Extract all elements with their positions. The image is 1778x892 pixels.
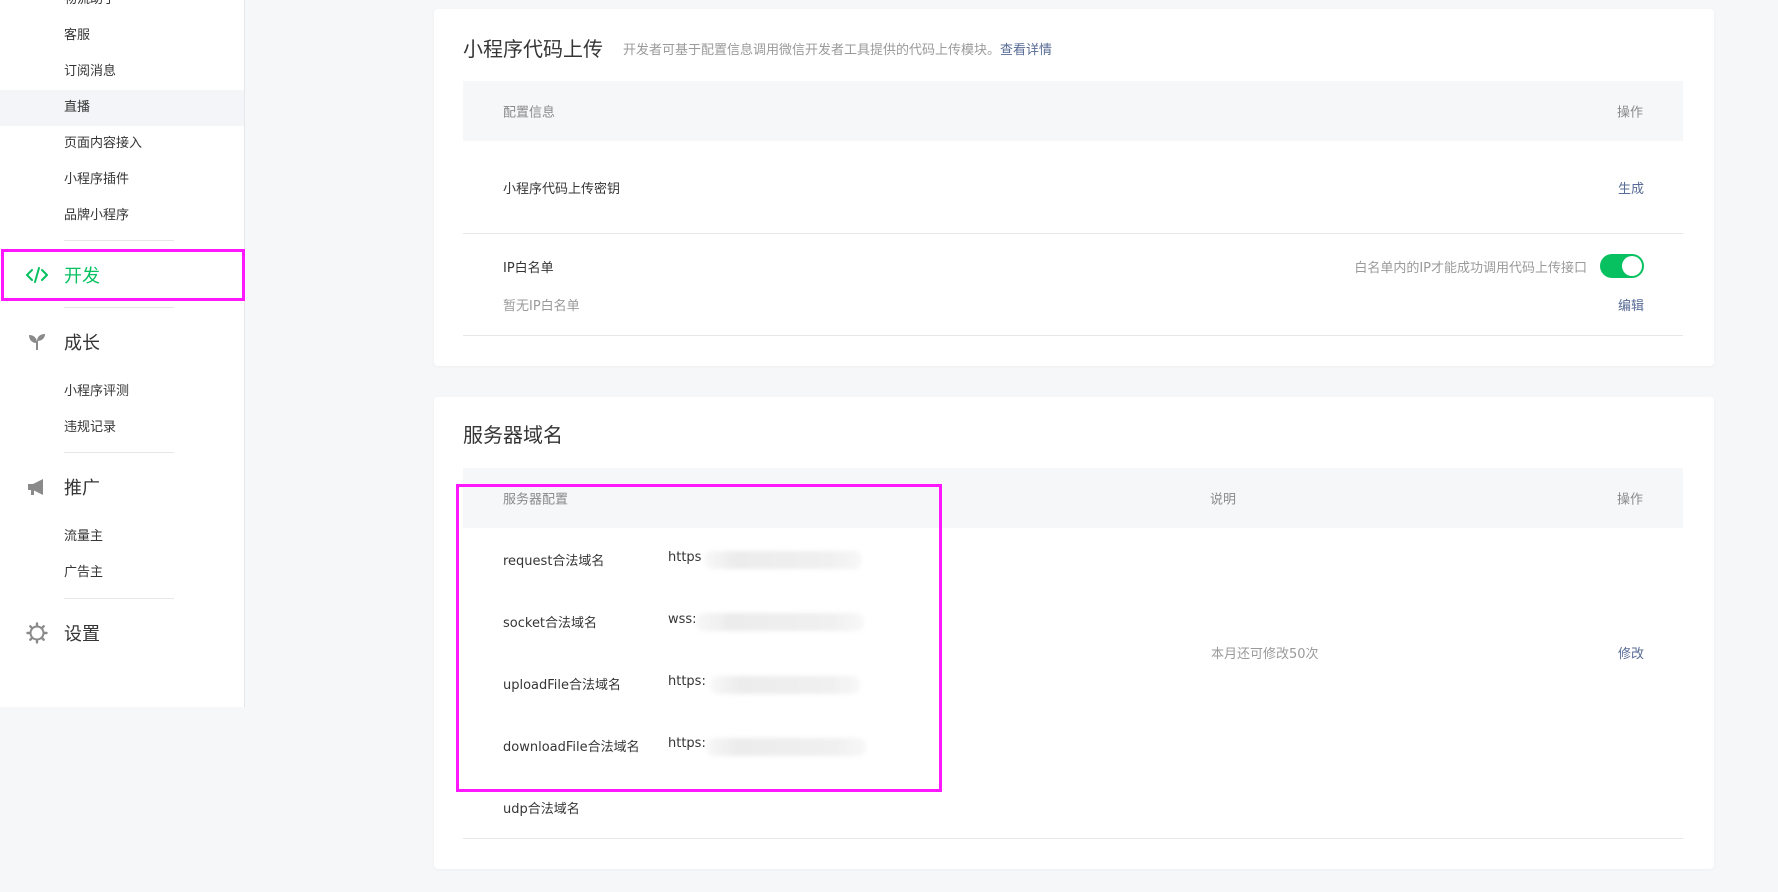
row-divider — [463, 233, 1683, 234]
domain-label: uploadFile合法域名 — [503, 678, 622, 693]
sidebar-item-traffic-owner[interactable]: 流量主 — [0, 519, 244, 555]
edit-whitelist-button[interactable]: 编辑 — [1618, 295, 1644, 314]
ip-whitelist-hint: 白名单内的IP才能成功调用代码上传接口 — [1354, 261, 1587, 276]
sprout-icon — [25, 330, 49, 354]
redacted-domain — [706, 738, 866, 756]
toggle-knob — [1622, 256, 1642, 276]
redacted-domain — [704, 551, 862, 569]
domain-label: udp合法域名 — [503, 802, 580, 817]
col-description: 说明 — [1210, 492, 1237, 508]
col-action: 操作 — [1616, 105, 1643, 121]
code-icon — [25, 263, 49, 287]
ip-whitelist-label: IP白名单 — [503, 261, 554, 276]
sidebar-divider — [64, 452, 174, 453]
ip-whitelist-empty: 暂无IP白名单 — [503, 299, 580, 314]
card-title: 小程序代码上传 — [463, 37, 603, 61]
domain-label: request合法域名 — [503, 554, 605, 569]
domain-label: socket合法域名 — [503, 616, 598, 631]
modify-domains-button[interactable]: 修改 — [1618, 643, 1644, 662]
domain-value: https: — [668, 674, 706, 689]
col-server-config: 服务器配置 — [503, 492, 569, 508]
sidebar-item-plugins[interactable]: 小程序插件 — [0, 162, 244, 198]
server-domain-card: 服务器域名 服务器配置 说明 操作 request合法域名 https sock… — [434, 397, 1714, 869]
sidebar-item-live[interactable]: 直播 — [0, 90, 244, 126]
ip-whitelist-toggle[interactable] — [1600, 254, 1644, 278]
card-description: 开发者可基于配置信息调用微信开发者工具提供的代码上传模块。查看详情 — [623, 43, 1053, 58]
redacted-domain — [710, 676, 860, 694]
sidebar-divider — [64, 307, 174, 308]
sidebar-group-label: 成长 — [64, 333, 100, 354]
sidebar-item-evaluation[interactable]: 小程序评测 — [0, 374, 244, 410]
gear-icon — [25, 621, 49, 645]
sidebar-group-growth[interactable]: 成长 — [0, 319, 244, 365]
code-upload-card: 小程序代码上传 开发者可基于配置信息调用微信开发者工具提供的代码上传模块。查看详… — [434, 9, 1714, 366]
domain-label: downloadFile合法域名 — [503, 740, 640, 755]
row-divider — [463, 335, 1683, 336]
sidebar-divider — [64, 598, 174, 599]
sidebar-group-dev[interactable]: 开发 — [0, 252, 244, 298]
col-config-info: 配置信息 — [503, 105, 556, 121]
upload-key-label: 小程序代码上传密钥 — [503, 182, 621, 197]
sidebar-item-violations[interactable]: 违规记录 — [0, 410, 244, 446]
col-action: 操作 — [1616, 492, 1643, 508]
sidebar-item-customer-service[interactable]: 客服 — [0, 18, 244, 54]
table-header: 配置信息 操作 — [463, 81, 1683, 141]
table-header: 服务器配置 说明 操作 — [463, 468, 1683, 528]
domain-value: https — [668, 550, 702, 565]
sidebar-group-settings[interactable]: 设置 — [0, 610, 244, 656]
sidebar-item-advertiser[interactable]: 广告主 — [0, 555, 244, 591]
sidebar-group-label: 设置 — [64, 624, 100, 645]
redacted-domain — [696, 613, 864, 631]
sidebar-item-logistics[interactable]: 物流助手 — [0, 0, 244, 18]
row-divider — [463, 838, 1683, 839]
modify-quota-note: 本月还可修改50次 — [1211, 647, 1319, 662]
view-details-link[interactable]: 查看详情 — [1000, 43, 1052, 58]
card-title: 服务器域名 — [463, 423, 563, 447]
sidebar-group-promo[interactable]: 推广 — [0, 464, 244, 510]
domain-value: https: — [668, 736, 706, 751]
sidebar-divider — [64, 240, 174, 241]
megaphone-icon — [25, 475, 49, 499]
sidebar-group-label: 推广 — [64, 478, 100, 499]
generate-key-button[interactable]: 生成 — [1618, 178, 1644, 197]
sidebar-group-label: 开发 — [64, 266, 100, 287]
sidebar-item-page-content[interactable]: 页面内容接入 — [0, 126, 244, 162]
domain-value: wss: — [668, 612, 697, 627]
sidebar-item-subscribe-message[interactable]: 订阅消息 — [0, 54, 244, 90]
sidebar-item-brand[interactable]: 品牌小程序 — [0, 198, 244, 234]
sidebar: 物流助手 客服 订阅消息 直播 页面内容接入 小程序插件 品牌小程序 开发 成长… — [0, 0, 245, 707]
